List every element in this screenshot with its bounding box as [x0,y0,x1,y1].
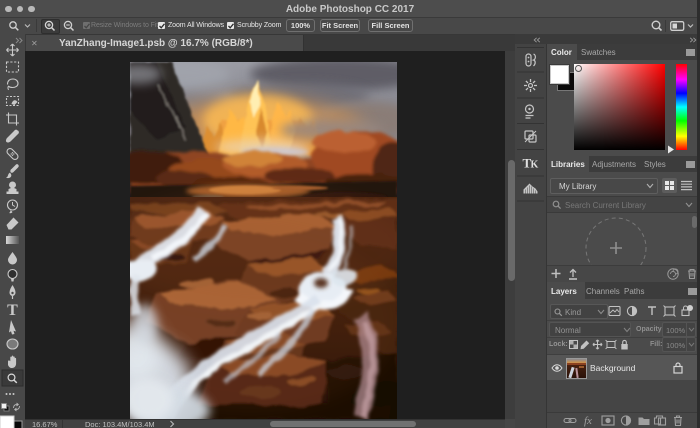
svg-text:fx: fx [584,415,592,427]
svg-text:T: T [7,302,18,319]
svg-text:K: K [531,160,539,171]
